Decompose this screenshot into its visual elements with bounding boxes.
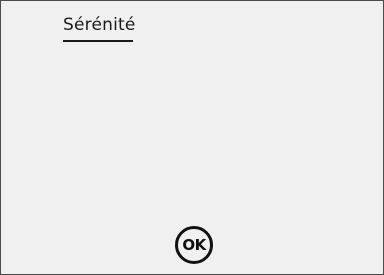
- ok-label: OK: [182, 235, 206, 254]
- dialog-screen: Sérénité OK: [0, 0, 384, 275]
- screen-title: Sérénité: [63, 15, 136, 35]
- title-underline: [63, 40, 133, 42]
- ok-button[interactable]: OK: [175, 226, 213, 264]
- title-block: Sérénité: [63, 15, 136, 42]
